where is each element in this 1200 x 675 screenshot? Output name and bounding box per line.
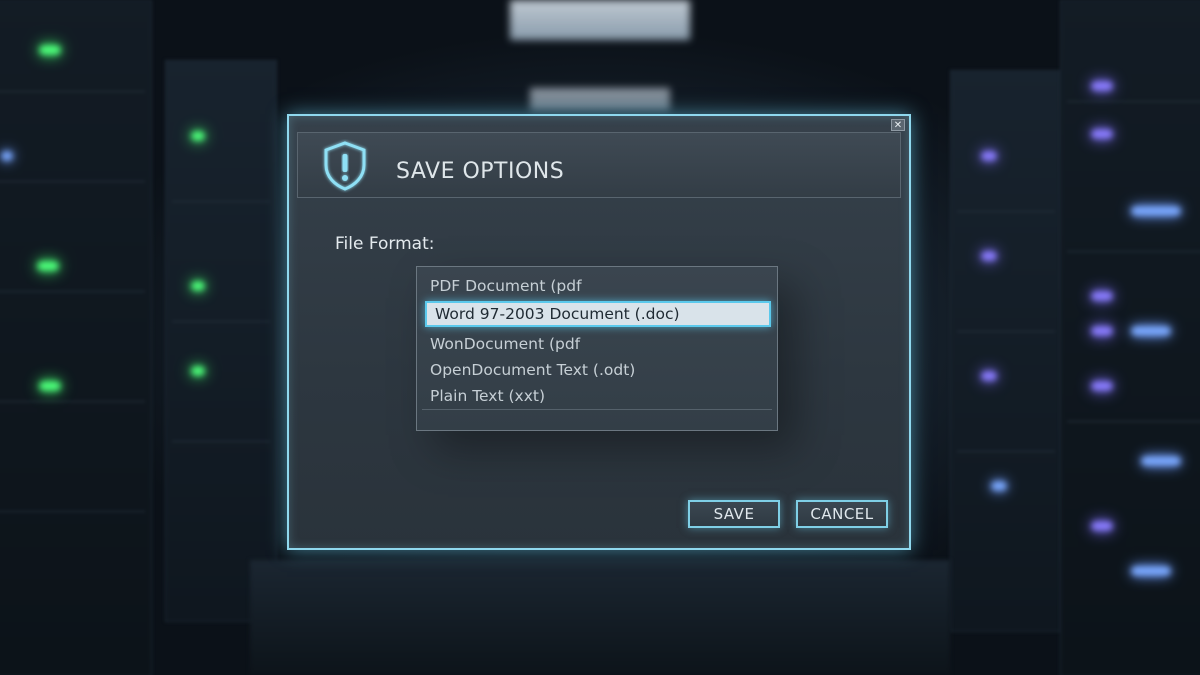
cancel-button[interactable]: CANCEL [796,500,888,528]
list-item-selected[interactable]: Word 97-2003 Document (.doc) [425,301,771,327]
list-item[interactable]: OpenDocument Text (.odt) [422,357,772,383]
save-options-dialog: ✕ SAVE OPTIONS File Format: PDF Document… [287,114,911,550]
dialog-title: SAVE OPTIONS [396,159,565,184]
server-rack-right [1060,0,1200,675]
ceiling-light [510,0,690,40]
ceiling-light [530,88,670,110]
floor [250,560,950,675]
server-rack-left [0,0,152,675]
file-format-listbox[interactable]: PDF Document (pdf Word 97-2003 Document … [416,266,778,431]
server-rack-right-inner [950,70,1062,632]
close-button[interactable]: ✕ [891,119,905,131]
list-item[interactable]: PDF Document (pdf [422,273,772,299]
file-format-list[interactable]: PDF Document (pdf Word 97-2003 Document … [422,271,772,410]
dialog-header: SAVE OPTIONS [297,132,901,198]
background-scene: ✕ SAVE OPTIONS File Format: PDF Document… [0,0,1200,675]
list-item[interactable]: Plain Text (xxt) [422,383,772,409]
shield-alert-icon [324,141,366,191]
save-button[interactable]: SAVE [688,500,780,528]
list-item[interactable]: WonDocument (pdf [422,331,772,357]
file-format-label: File Format: [335,234,435,254]
server-rack-left-inner [165,60,277,622]
